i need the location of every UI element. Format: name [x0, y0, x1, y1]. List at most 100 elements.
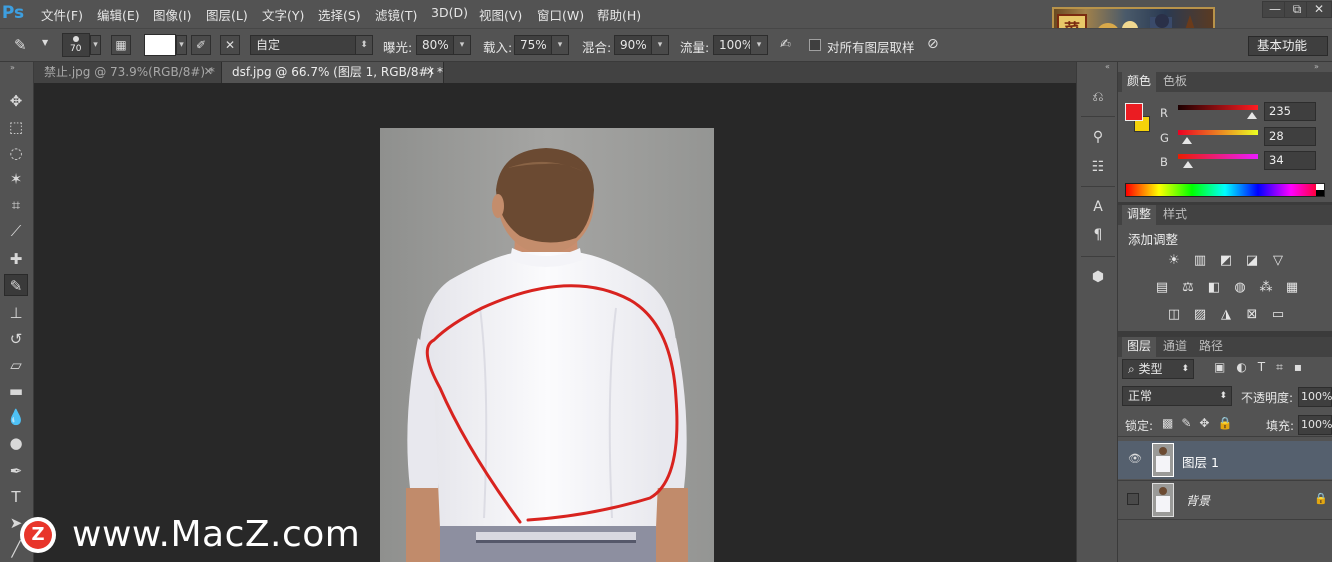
- mixer-brush-tool-icon[interactable]: ✎: [14, 36, 32, 54]
- pressure-size-icon[interactable]: ⊘: [927, 36, 939, 52]
- visibility-toggle[interactable]: [1127, 493, 1139, 505]
- layer-name[interactable]: 背景: [1186, 492, 1210, 509]
- tab-channels[interactable]: 通道: [1158, 337, 1192, 357]
- history-icon[interactable]: ⎌: [1087, 86, 1109, 108]
- brush-panel-icon[interactable]: ▦: [111, 35, 131, 55]
- airbrush-icon[interactable]: ✍: [780, 37, 791, 52]
- brush-preset-dropdown[interactable]: ▾: [90, 35, 101, 55]
- tab-document-2[interactable]: dsf.jpg @ 66.7% (图层 1, RGB/8#) * ✕: [222, 62, 444, 83]
- opacity-field[interactable]: 100%: [1298, 387, 1332, 407]
- document-image[interactable]: [380, 128, 714, 562]
- lasso-tool-icon[interactable]: ◌: [4, 142, 28, 164]
- close-icon[interactable]: ✕: [204, 62, 213, 82]
- menu-edit[interactable]: 编辑(E): [97, 5, 140, 24]
- menu-help[interactable]: 帮助(H): [597, 5, 641, 24]
- close-window-button[interactable]: ✕: [1306, 1, 1332, 18]
- gradient-tool-icon[interactable]: ▬: [4, 380, 28, 402]
- marquee-tool-icon[interactable]: ⬚: [4, 116, 28, 138]
- menu-3d[interactable]: 3D(D): [431, 5, 468, 20]
- lock-option-icons[interactable]: ▩✎✥🔒: [1162, 416, 1240, 430]
- levels-icon[interactable]: ▥: [1190, 253, 1210, 269]
- menu-select[interactable]: 选择(S): [318, 5, 361, 24]
- sample-all-layers-checkbox[interactable]: [809, 39, 821, 51]
- tab-document-1[interactable]: 禁止.jpg @ 73.9%(RGB/8#) * ✕: [34, 62, 222, 83]
- tab-swatches[interactable]: 色板: [1158, 72, 1192, 92]
- layer-row-layer1[interactable]: 👁 图层 1: [1118, 441, 1332, 479]
- move-tool-icon[interactable]: ✥: [4, 90, 28, 112]
- channel-r-slider[interactable]: [1178, 105, 1258, 110]
- channel-b-slider[interactable]: [1178, 154, 1258, 159]
- layer-filter-select[interactable]: ⌕ 类型 ⬍: [1122, 359, 1194, 379]
- collapse-arrows-icon[interactable]: »: [10, 63, 15, 72]
- channel-g-value[interactable]: 28: [1264, 127, 1316, 146]
- mixer-brush-tool-icon[interactable]: ✎: [4, 274, 28, 296]
- tab-color[interactable]: 颜色: [1122, 72, 1157, 92]
- vibrance-icon[interactable]: ▽: [1268, 253, 1288, 269]
- black-white-icon[interactable]: ◧: [1204, 280, 1224, 296]
- color-balance-icon[interactable]: ⚖: [1178, 280, 1198, 296]
- menu-image[interactable]: 图像(I): [153, 5, 191, 24]
- 3d-icon[interactable]: ⬢: [1087, 266, 1109, 288]
- layer-filter-icons[interactable]: ▣◐T⌗▪: [1214, 360, 1313, 375]
- brush-preset-picker[interactable]: 70: [62, 33, 90, 57]
- mix-field[interactable]: 90%: [614, 35, 652, 55]
- channel-r-value[interactable]: 235: [1264, 102, 1316, 121]
- foreground-color-swatch[interactable]: [1125, 103, 1143, 121]
- load-brush-icon[interactable]: ✐: [191, 35, 211, 55]
- dodge-tool-icon[interactable]: ●: [4, 432, 28, 454]
- posterize-icon[interactable]: ▨: [1190, 307, 1210, 323]
- clean-brush-icon[interactable]: ✕: [220, 35, 240, 55]
- hue-saturation-icon[interactable]: ▤: [1152, 280, 1172, 296]
- collapse-arrows-icon[interactable]: «: [1105, 62, 1110, 71]
- chevron-down-icon[interactable]: ▼: [42, 38, 48, 47]
- tab-layers[interactable]: 图层: [1122, 337, 1157, 357]
- color-spectrum-bar[interactable]: [1125, 183, 1325, 197]
- preset-dropdown[interactable]: ⬍: [355, 35, 373, 55]
- preset-field[interactable]: 自定: [250, 35, 356, 55]
- channel-mixer-icon[interactable]: ⁂: [1256, 280, 1276, 296]
- magic-wand-tool-icon[interactable]: ✶: [4, 168, 28, 190]
- eyedropper-tool-icon[interactable]: ⟋: [4, 220, 28, 242]
- layer-name[interactable]: 图层 1: [1182, 452, 1219, 471]
- menu-filter[interactable]: 滤镜(T): [375, 5, 417, 24]
- history-brush-tool-icon[interactable]: ↺: [4, 328, 28, 350]
- fill-field[interactable]: 100%: [1298, 415, 1332, 435]
- menu-window[interactable]: 窗口(W): [537, 5, 584, 24]
- photo-filter-icon[interactable]: ◍: [1230, 280, 1250, 296]
- gradient-map-icon[interactable]: ▭: [1268, 307, 1288, 323]
- character-icon[interactable]: A: [1087, 196, 1109, 218]
- crop-tool-icon[interactable]: ⌗: [4, 194, 28, 216]
- menu-file[interactable]: 文件(F): [41, 5, 83, 24]
- type-tool-icon[interactable]: T: [4, 486, 28, 508]
- pen-tool-icon[interactable]: ✒: [4, 460, 28, 482]
- eraser-tool-icon[interactable]: ▱: [4, 354, 28, 376]
- exposure-icon[interactable]: ◪: [1242, 253, 1262, 269]
- eye-icon[interactable]: 👁: [1128, 452, 1142, 465]
- exposure-field[interactable]: 80%: [416, 35, 454, 55]
- channel-r-thumb[interactable]: [1246, 112, 1257, 119]
- healing-brush-tool-icon[interactable]: ✚: [4, 248, 28, 270]
- menu-type[interactable]: 文字(Y): [262, 5, 304, 24]
- paragraph-icon[interactable]: ¶: [1087, 224, 1109, 246]
- invert-icon[interactable]: ◫: [1164, 307, 1184, 323]
- exposure-dropdown[interactable]: ▾: [453, 35, 471, 55]
- tab-paths[interactable]: 路径: [1194, 337, 1228, 357]
- brightness-contrast-icon[interactable]: ☀: [1164, 253, 1184, 269]
- tab-styles[interactable]: 样式: [1158, 205, 1192, 225]
- channel-g-thumb[interactable]: [1181, 137, 1192, 144]
- blur-tool-icon[interactable]: 💧: [4, 406, 28, 428]
- load-dropdown[interactable]: ▾: [551, 35, 569, 55]
- workspace-switcher[interactable]: 基本功能: [1248, 36, 1328, 56]
- channel-g-slider[interactable]: [1178, 130, 1258, 135]
- curves-icon[interactable]: ◩: [1216, 253, 1236, 269]
- black-white-swatch[interactable]: [1316, 184, 1324, 196]
- mix-dropdown[interactable]: ▾: [651, 35, 669, 55]
- channel-b-value[interactable]: 34: [1264, 151, 1316, 170]
- threshold-icon[interactable]: ◮: [1216, 307, 1236, 323]
- selective-color-icon[interactable]: ⊠: [1242, 307, 1262, 323]
- current-brush-load-swatch[interactable]: [144, 34, 176, 56]
- brush-load-dropdown[interactable]: ▾: [176, 35, 187, 55]
- close-icon[interactable]: ✕: [426, 62, 435, 82]
- color-lookup-icon[interactable]: ▦: [1282, 280, 1302, 296]
- flow-dropdown[interactable]: ▾: [750, 35, 768, 55]
